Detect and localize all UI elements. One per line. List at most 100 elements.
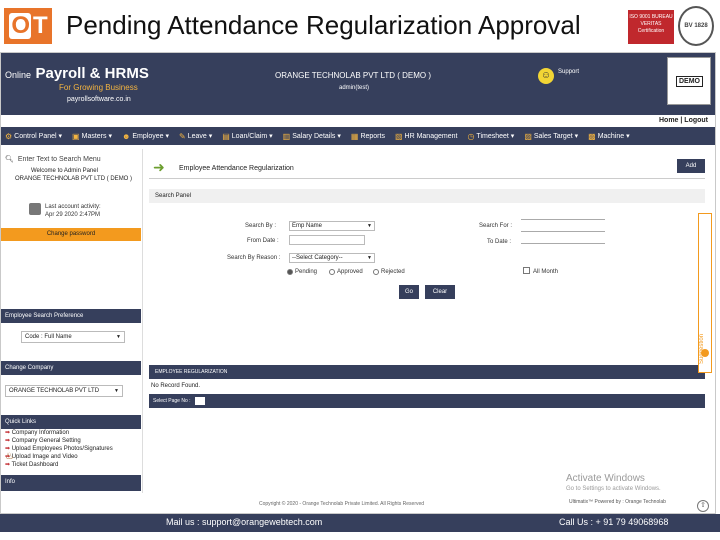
home-logout-links[interactable]: Home | Logout (659, 117, 708, 124)
radio-rejected[interactable]: Rejected (373, 269, 405, 275)
slide-footer: Mail us : support@orangewebtech.com Call… (0, 514, 720, 532)
pagination-bar: Select Page No : (149, 394, 705, 408)
menu-hr-management[interactable]: ▧ HR Management (395, 132, 457, 141)
scroll-up-icon[interactable]: ⇧ (697, 500, 709, 512)
change-company-title: Change Company (1, 361, 141, 375)
brand-name: Payroll & HRMS (35, 65, 149, 82)
ultimatix-text: Ultimatix™ Powered by : Orange Technolab (569, 499, 666, 505)
hr-icon: ▧ (394, 131, 403, 141)
suggestion-chat-icon[interactable] (701, 349, 709, 357)
menu-sales-target[interactable]: ▨ Sales Target ▾ (524, 132, 578, 141)
copyright-text: Copyright © 2020 - Orange Technolab Priv… (259, 501, 425, 507)
menu-employee[interactable]: ☻ Employee ▾ (122, 132, 169, 141)
menu-timesheet[interactable]: ◷ Timesheet ▾ (467, 132, 514, 141)
company-name: ORANGE TECHNOLAB PVT LTD ( DEMO ) (275, 71, 432, 80)
brand-tagline: For Growing Business (59, 83, 138, 92)
menu-salary-details[interactable]: ▥ Salary Details ▾ (283, 132, 341, 141)
activate-windows-title: Activate Windows (566, 473, 645, 484)
support-smiley-icon[interactable]: ☺ (538, 68, 554, 84)
ot-logo: OT (4, 8, 52, 44)
brand-online: Online (5, 70, 32, 80)
brand: Online Payroll & HRMS For Growing Busine… (5, 65, 149, 103)
search-by-select[interactable]: Emp Name (289, 221, 375, 231)
call-us: Call Us : + 91 79 49068968 (559, 517, 669, 527)
arrow-right-icon: ➜ (153, 159, 165, 175)
select-page-label: Select Page No : (153, 398, 191, 404)
sidebar: 🔍︎ Enter Text to Search Menu Welcome to … (1, 149, 143, 493)
company-user: admin(test) (339, 85, 370, 91)
search-by-label: Search By : (245, 223, 277, 229)
menu-loan-claim[interactable]: ▤ Loan/Claim ▾ (222, 132, 272, 141)
menu-machine[interactable]: ▩ Machine ▾ (588, 132, 629, 141)
masters-icon: ▣ (72, 131, 80, 141)
no-record-message: No Record Found. (151, 383, 201, 389)
quick-link-upload-media[interactable]: Upload Image and Video (5, 453, 113, 461)
slide-title: Pending Attendance Regularization Approv… (66, 10, 581, 40)
salary-icon: ▥ (282, 131, 291, 141)
last-activity: Last account activity: Apr 29 2020 2:47P… (45, 203, 101, 219)
radio-approved-dot (329, 269, 335, 275)
menu-leave[interactable]: ✎ Leave ▾ (179, 132, 212, 141)
panel-title: Employee Attendance Regularization (179, 165, 294, 172)
support-link[interactable]: Support (558, 69, 579, 75)
main-panel: ➜ Employee Attendance Regularization Add… (149, 149, 705, 489)
to-date-label: To Date : (487, 239, 512, 245)
reason-select[interactable]: --Select Category-- (289, 253, 375, 263)
last-activity-label: Last account activity: (45, 204, 101, 210)
quick-link-general-setting[interactable]: Company General Setting (5, 437, 113, 445)
quick-link-upload-photos[interactable]: Upload Employees Photos/Signatures (5, 445, 113, 453)
demo-label: DEMO (676, 76, 703, 87)
reports-icon: ▦ (350, 131, 359, 141)
page-select[interactable] (194, 396, 205, 405)
emp-search-pref-select[interactable]: Code : Full Name (21, 331, 125, 343)
clear-button[interactable]: Clear (425, 285, 455, 299)
menu-reports[interactable]: ▦ Reports (351, 132, 385, 141)
to-date-input[interactable] (521, 243, 605, 244)
app-header: Online Payroll & HRMS For Growing Busine… (1, 53, 715, 115)
from-date-input[interactable] (289, 235, 365, 245)
slide-header: OT Pending Attendance Regularization App… (0, 0, 720, 50)
quick-links-title: Quick Links (1, 415, 141, 429)
menu-control-panel[interactable]: ⚙ Control Panel ▾ (5, 132, 62, 141)
radio-pending[interactable]: Pending (287, 269, 317, 275)
menu-search[interactable]: 🔍︎ Enter Text to Search Menu (5, 153, 141, 165)
sales-target-icon: ▨ (524, 131, 532, 141)
radio-approved[interactable]: Approved (329, 269, 363, 275)
bureau-veritas-seal: BV 1828 (678, 6, 714, 46)
panel-title-bar: ➜ Employee Attendance Regularization (149, 155, 705, 179)
employee-regularization-title: EMPLOYEE REGULARIZATION (149, 365, 705, 379)
change-password-button[interactable]: Change password (1, 228, 141, 241)
quick-link-ticket-dashboard[interactable]: Ticket Dashboard (5, 461, 113, 469)
search-for-input[interactable] (521, 231, 605, 232)
brand-site: payrollsoftware.co.in (67, 96, 131, 103)
machine-icon: ▩ (588, 131, 596, 141)
emp-search-pref-title: Employee Search Preference (1, 309, 141, 323)
main-menu: ⚙ Control Panel ▾ ▣ Masters ▾ ☻ Employee ▾ … (1, 127, 715, 145)
search-for-label: Search For : (479, 223, 513, 229)
all-month-label: All Month (533, 269, 559, 275)
quick-links-list: Company Information Company General Sett… (5, 429, 113, 469)
last-login-icon (29, 203, 41, 215)
search-icon: 🔍︎ (5, 156, 14, 163)
iso-certification-badge: ISO 9001 BUREAU VERITAS Certification (628, 10, 674, 44)
go-button[interactable]: Go (399, 285, 419, 299)
radio-rejected-dot (373, 269, 379, 275)
menu-masters[interactable]: ▣ Masters ▾ (72, 132, 112, 141)
menu-search-input[interactable]: Enter Text to Search Menu (18, 156, 101, 163)
add-button[interactable]: Add (677, 159, 705, 173)
employee-icon: ☻ (121, 131, 131, 141)
radio-pending-dot (287, 269, 293, 275)
activate-windows-hint: Go to Settings to activate Windows. (566, 486, 661, 492)
leave-icon: ✎ (178, 131, 186, 141)
all-month-checkbox[interactable] (523, 267, 530, 274)
last-activity-value: Apr 29 2020 2:47PM (45, 212, 101, 218)
mail-us: Mail us : support@orangewebtech.com (166, 517, 323, 527)
from-date-label: From Date : (247, 238, 279, 244)
welcome-company: ORANGE TECHNOLAB PVT LTD ( DEMO ) (15, 176, 133, 182)
quick-link-company-info[interactable]: Company Information (5, 429, 113, 437)
search-panel-title: Search Panel (149, 189, 705, 203)
thought-icon: ♨ (5, 451, 14, 462)
change-company-select[interactable]: ORANGE TECHNOLAB PVT LTD (5, 385, 123, 397)
company-logo: DEMO (667, 57, 711, 105)
info-title: Info (1, 475, 141, 489)
